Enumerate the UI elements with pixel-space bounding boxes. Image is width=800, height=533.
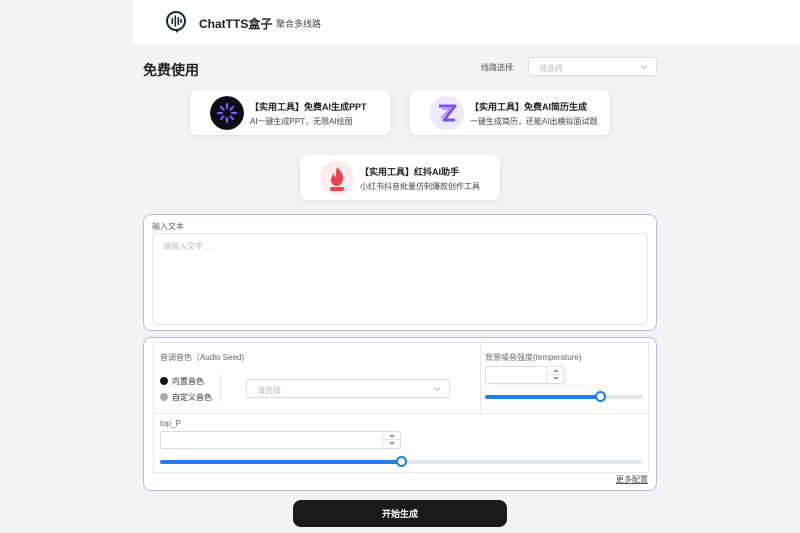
temperature-input[interactable] <box>485 366 565 384</box>
page-title: 免费使用 <box>143 62 199 78</box>
tool-card-desc: 一键生成简历，还能AI出模拟面试题 <box>470 117 598 126</box>
radio-custom-label: 自定义音色 <box>172 393 212 402</box>
resume-ai-icon <box>430 96 464 130</box>
chevron-down-icon <box>553 377 559 380</box>
slider-fill <box>485 395 601 399</box>
chevron-up-icon <box>553 369 559 372</box>
audio-settings-panel: 音调音色（Audio Seed) 内置音色 自定义音色 请选择 背景噪音强度(t… <box>143 337 657 491</box>
divider <box>480 343 481 413</box>
tool-card-desc: AI一键生成PPT，无限AI绘图 <box>250 117 353 126</box>
audio-seed-label: 音调音色（Audio Seed) <box>160 353 245 362</box>
route-select[interactable]: 请选择 <box>528 57 657 76</box>
increment-button[interactable] <box>383 432 400 440</box>
radio-builtin-voice[interactable] <box>160 377 168 385</box>
divider <box>220 373 221 403</box>
chevron-down-icon <box>389 442 395 445</box>
input-text-label: 输入文本 <box>152 222 184 231</box>
temperature-stepper <box>546 367 564 383</box>
audio-settings-grid: 音调音色（Audio Seed) 内置音色 自定义音色 请选择 背景噪音强度(t… <box>153 342 649 473</box>
radio-custom-voice[interactable] <box>160 393 168 401</box>
slider-fill <box>160 460 401 464</box>
voice-select-placeholder: 请选择 <box>257 386 281 395</box>
radio-builtin-label: 内置音色 <box>172 377 204 386</box>
increment-button[interactable] <box>547 367 564 375</box>
tool-card-ppt[interactable]: 【实用工具】免费AI生成PPT AI一键生成PPT，无限AI绘图 <box>190 90 390 135</box>
tool-card-redouyin[interactable]: 【实用工具】红抖AI助手 小红书抖音批量仿制爆款创作工具 <box>300 155 500 200</box>
tool-card-title: 【实用工具】免费AI生成PPT <box>250 102 367 112</box>
top-p-label: top_P <box>160 419 181 428</box>
top-p-input[interactable] <box>160 431 401 449</box>
route-label: 线路选择: <box>481 63 516 72</box>
logo-icon <box>166 11 186 33</box>
top-p-slider[interactable] <box>160 456 642 467</box>
tool-card-title: 【实用工具】免费AI简历生成 <box>470 102 588 112</box>
ppt-ai-icon <box>210 96 244 130</box>
flame-icon <box>320 161 354 195</box>
chevron-down-icon <box>640 65 648 70</box>
route-select-placeholder: 请选择 <box>539 64 563 73</box>
start-generate-button[interactable]: 开始生成 <box>293 500 507 527</box>
tool-card-resume[interactable]: 【实用工具】免费AI简历生成 一键生成简历，还能AI出模拟面试题 <box>410 90 610 135</box>
left-gutter <box>0 0 133 533</box>
brand-subtitle: 聚合多线路 <box>276 19 322 29</box>
decrement-button[interactable] <box>547 375 564 383</box>
top-p-stepper <box>382 432 400 448</box>
more-config-link[interactable]: 更多配置 <box>616 474 648 485</box>
input-text-panel: 输入文本 请输入文字... <box>143 214 657 331</box>
slider-thumb[interactable] <box>396 456 407 467</box>
temperature-slider[interactable] <box>485 391 643 402</box>
tool-card-desc: 小红书抖音批量仿制爆款创作工具 <box>360 182 480 191</box>
slider-thumb[interactable] <box>595 391 607 402</box>
text-input[interactable]: 请输入文字... <box>152 233 648 325</box>
tool-card-title: 【实用工具】红抖AI助手 <box>360 167 460 177</box>
chevron-down-icon <box>433 387 441 392</box>
voice-select[interactable]: 请选择 <box>246 379 450 398</box>
temperature-label: 背景噪音强度(temperature) <box>485 353 582 362</box>
text-input-placeholder: 请输入文字... <box>163 242 210 251</box>
chevron-up-icon <box>389 434 395 437</box>
brand-name: ChatTTS盒子 <box>199 17 273 31</box>
decrement-button[interactable] <box>383 440 400 448</box>
divider <box>154 413 648 414</box>
top-header: ChatTTS盒子 聚合多线路 <box>133 0 800 46</box>
